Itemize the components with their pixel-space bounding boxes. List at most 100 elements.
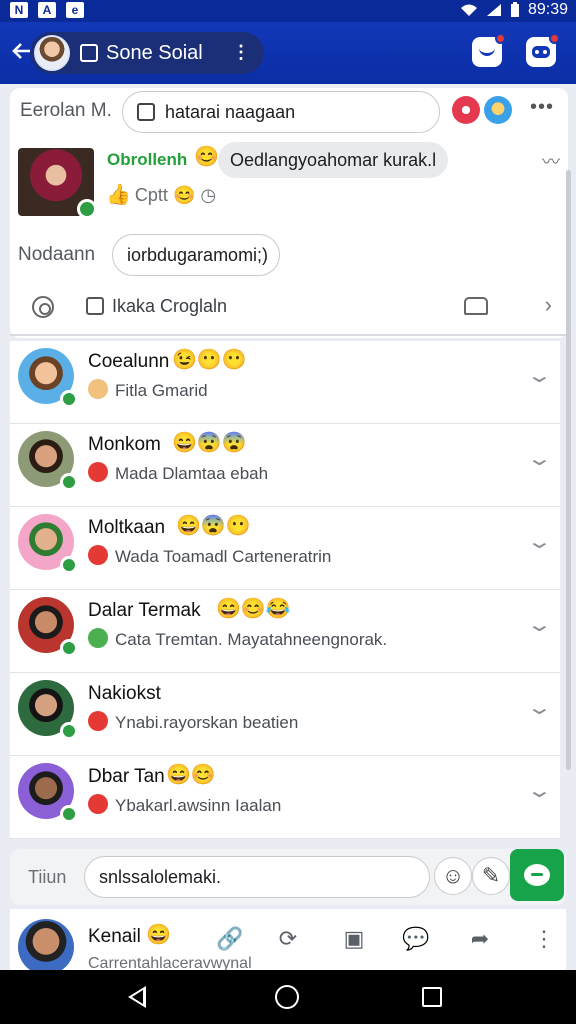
photo-icon [137, 103, 155, 121]
notifications-button[interactable] [472, 33, 506, 67]
second-label: Nodaann [18, 244, 96, 265]
send-button[interactable] [510, 849, 564, 901]
app-bar: Sone Soial ⋮ [0, 22, 576, 84]
bottom-strip: Kenail 😄 Carrentahlaceravwynal 🔗 ⟳ ▣ 💬 ➦… [10, 909, 566, 975]
composer-action-row[interactable]: Ikaka Croglaln › [10, 288, 568, 330]
battery-icon [510, 2, 519, 17]
chevron-down-icon[interactable]: ⌄ [526, 446, 553, 471]
chevron-down-icon[interactable]: ⌄ [526, 778, 553, 803]
list-item[interactable]: Monkom 😄😨😨 Mada Dlamtaa ebah ⌄ [10, 424, 560, 507]
reaction-avatar[interactable] [452, 96, 480, 124]
reply-label: Tiiun [28, 867, 67, 887]
nav-back-button[interactable] [128, 986, 146, 1008]
emoji-button[interactable]: ☺ [434, 857, 472, 895]
second-field[interactable]: iorbdugaramomi;) [112, 234, 280, 276]
status-bar: N A e 89:39 [0, 0, 576, 22]
contact-name: Dalar Termak [88, 600, 201, 621]
contact-name: Coealunn [88, 351, 170, 372]
kebab-icon[interactable]: ⋮ [532, 926, 556, 951]
status-emojis: 😄😊 [166, 764, 216, 786]
status-icon [88, 628, 108, 648]
avatar[interactable] [18, 514, 78, 574]
status-icon [88, 794, 108, 814]
list-item[interactable]: Moltkaan 😄😨😶 Wada Toamadl Carteneratrin … [10, 507, 560, 590]
avatar[interactable] [18, 680, 78, 740]
chat-bubble-icon [524, 864, 550, 886]
contact-status: Ynabi.rayorskan beatien [115, 713, 299, 732]
contact-name: Moltkaan [88, 517, 166, 538]
share-icon[interactable]: ➦ [468, 926, 492, 951]
online-badge [60, 805, 78, 823]
link-icon[interactable]: 🔗 [216, 926, 243, 951]
app-switcher-pill[interactable]: Sone Soial ⋮ [30, 32, 264, 74]
nav-recents-button[interactable] [422, 987, 442, 1007]
kebab-icon[interactable]: ⋮ [232, 42, 250, 63]
status-icon [88, 379, 108, 399]
contact-status: Ybakarl.awsinn Iaalan [115, 796, 282, 815]
contact-name: Nakiokst [88, 683, 161, 704]
reply-input[interactable]: snlssalolemaki. [84, 856, 430, 898]
composer-input[interactable]: hatarai naagaan [122, 91, 440, 133]
contact-list: Coealunn 😉😶😶 Fitla Gmarid ⌄ Monkom 😄😨😨 M… [10, 341, 560, 839]
contact-status: Mada Dlamtaa ebah [115, 464, 269, 483]
target-icon[interactable] [32, 296, 54, 318]
chevron-right-icon[interactable]: › [545, 292, 552, 318]
thumbs-up-icon[interactable]: 👍 [106, 184, 131, 206]
gallery-icon[interactable]: ▣ [342, 926, 366, 951]
notification-icons: N A e [10, 2, 84, 18]
online-badge [60, 639, 78, 657]
more-icon[interactable]: ••• [530, 96, 554, 119]
post-meta: 👍 Cptt 😊 ◷ [106, 182, 216, 207]
post-message[interactable]: Oedlangyoahomar kurak.l [218, 142, 449, 178]
scrollbar[interactable] [566, 170, 571, 770]
avatar[interactable] [18, 348, 78, 408]
checkbox-icon[interactable] [86, 297, 104, 315]
post-author-name[interactable]: Obrollenh [107, 150, 187, 170]
refresh-icon[interactable]: ⟳ [276, 926, 300, 951]
clock: 89:39 [527, 1, 568, 18]
contact-status: Fitla Gmarid [115, 381, 208, 400]
composer-label: Eerolan M. [20, 100, 112, 121]
avatar[interactable] [18, 431, 78, 491]
nav-home-button[interactable] [275, 985, 299, 1009]
pencil-icon: ✎ [481, 863, 501, 888]
wave-icon[interactable]: 〰 [542, 148, 560, 174]
system-nav-bar [0, 970, 576, 1024]
avatar[interactable] [18, 919, 74, 975]
contact-status: Cata Tremtan. Mayatahneengnorak. [115, 630, 388, 649]
divider [10, 334, 568, 336]
car-icon[interactable] [464, 297, 488, 315]
notification-dot [495, 33, 506, 44]
games-button[interactable] [526, 33, 560, 67]
action-label: Ikaka Croglaln [112, 296, 228, 316]
chat-icon[interactable]: 💬 [402, 926, 429, 951]
calendar-icon [80, 44, 98, 62]
composer-input-text: hatarai naagaan [165, 102, 296, 122]
online-badge [60, 473, 78, 491]
list-item[interactable]: Nakiokst Ynabi.rayorskan beatien ⌄ [10, 673, 560, 756]
reaction-avatar[interactable] [484, 96, 512, 124]
online-badge [77, 199, 97, 219]
online-badge [60, 722, 78, 740]
contact-name: Monkom [88, 434, 161, 455]
avatar[interactable] [18, 763, 78, 823]
chevron-down-icon[interactable]: ⌄ [526, 695, 553, 720]
list-item[interactable]: Dalar Termak 😄😊😂 Cata Tremtan. Mayatahne… [10, 590, 560, 673]
reply-bar: Tiiun snlssalolemaki. ☺ ✎ [10, 849, 566, 905]
emoji-icon: 😄 [146, 924, 171, 946]
notification-icon: e [66, 2, 84, 18]
post-author-photo[interactable] [18, 148, 97, 219]
list-item[interactable]: Dbar Tan 😄😊 Ybakarl.awsinn Iaalan ⌄ [10, 756, 560, 839]
attach-button[interactable]: ✎ [472, 857, 510, 895]
chevron-down-icon[interactable]: ⌄ [526, 529, 553, 554]
chevron-down-icon[interactable]: ⌄ [526, 363, 553, 388]
chevron-down-icon[interactable]: ⌄ [526, 612, 553, 637]
avatar[interactable] [18, 597, 78, 657]
emoji-icon: 😊 [172, 185, 196, 205]
smile-icon: ☺ [441, 863, 465, 888]
avatar[interactable] [34, 35, 70, 71]
status-icon [88, 545, 108, 565]
list-item[interactable]: Coealunn 😉😶😶 Fitla Gmarid ⌄ [10, 341, 560, 424]
notification-icon: N [10, 2, 28, 18]
status-icon [88, 711, 108, 731]
